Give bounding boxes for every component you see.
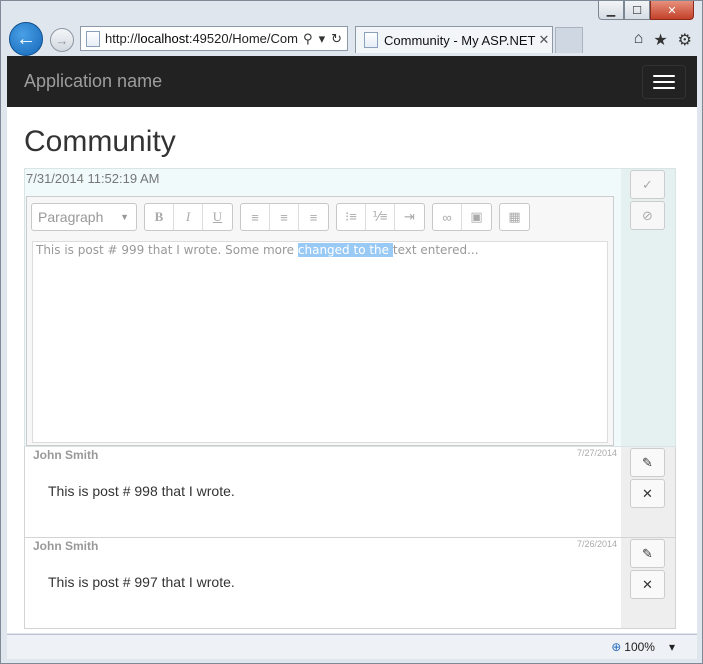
- browser-tab-community[interactable]: Community - My ASP.NET ... ✕: [355, 26, 553, 53]
- post-item: John Smith 7/27/2014 This is post # 998 …: [24, 447, 676, 538]
- home-icon[interactable]: ⌂: [634, 30, 644, 50]
- page-title: Community: [24, 125, 176, 158]
- align-left-icon[interactable]: ≡: [241, 204, 270, 230]
- minimize-button[interactable]: ▁: [598, 1, 624, 20]
- close-window-button[interactable]: ✕: [650, 1, 694, 20]
- post-body: This is post # 997 that I wrote.: [48, 574, 235, 590]
- delete-x-icon[interactable]: ✕: [630, 570, 665, 599]
- list-group: ⁝≡ ⅟≡ ⇥: [336, 203, 425, 231]
- bold-icon[interactable]: B: [145, 204, 174, 230]
- page-viewport: Application name Community 7/31/2014 11:…: [7, 56, 697, 633]
- editor-toolbar: Paragraph ▼ B I U ≡ ≡ ≡ ⁝≡ ⅟≡ ⇥ ∞ ▣ ▦: [27, 197, 613, 237]
- window-edge: [697, 56, 702, 633]
- indent-icon[interactable]: ⇥: [395, 204, 424, 230]
- page-icon: [86, 30, 100, 47]
- maximize-button[interactable]: ☐: [624, 1, 650, 20]
- align-right-icon[interactable]: ≡: [299, 204, 328, 230]
- align-center-icon[interactable]: ≡: [270, 204, 299, 230]
- save-check-icon[interactable]: ✓: [630, 170, 665, 199]
- table-group: ▦: [499, 203, 530, 231]
- post-body: This is post # 998 that I wrote.: [48, 483, 235, 499]
- editor-selected-text: changed to the: [297, 243, 393, 257]
- format-select-value: Paragraph: [38, 209, 104, 225]
- image-icon[interactable]: ▣: [462, 204, 491, 230]
- tab-page-icon: [364, 32, 378, 48]
- status-bar: ⊕ 100% ▾: [7, 634, 697, 659]
- tab-title: Community - My ASP.NET ...: [384, 32, 536, 48]
- post-list: 7/31/2014 11:52:19 AM Paragraph ▼ B I U: [24, 168, 676, 629]
- editor-text-area[interactable]: This is post # 999 that I wrote. Some mo…: [32, 241, 608, 443]
- refresh-icon[interactable]: ↻: [331, 31, 342, 47]
- edit-pencil-icon[interactable]: ✎: [630, 539, 665, 568]
- browser-toolbar: ← → http://localhost:49520/Home/Com ⚲ ▾ …: [7, 21, 698, 57]
- numbered-list-icon[interactable]: ⅟≡: [366, 204, 395, 230]
- editor-text-before: This is post # 999 that I wrote. Some mo…: [36, 243, 298, 257]
- table-icon[interactable]: ▦: [500, 204, 529, 230]
- cancel-ban-icon[interactable]: ⊘: [630, 201, 665, 230]
- insert-group: ∞ ▣: [432, 203, 492, 231]
- bullet-list-icon[interactable]: ⁝≡: [337, 204, 366, 230]
- favorites-star-icon[interactable]: ★: [653, 30, 667, 50]
- post-item: John Smith 7/26/2014 This is post # 997 …: [24, 538, 676, 629]
- link-icon[interactable]: ∞: [433, 204, 462, 230]
- hamburger-bar: [653, 74, 675, 77]
- menu-toggle-button[interactable]: [642, 64, 686, 99]
- zoom-control[interactable]: ⊕ 100%: [611, 640, 655, 654]
- window-controls: ▁ ☐ ✕: [598, 1, 694, 20]
- address-bar[interactable]: http://localhost:49520/Home/Com ⚲ ▾ ↻: [80, 26, 348, 51]
- zoom-level: 100%: [624, 640, 655, 654]
- settings-gear-icon[interactable]: ⚙: [678, 30, 692, 50]
- new-tab-button[interactable]: [555, 27, 583, 53]
- url-host: localhost: [137, 31, 189, 46]
- url-rest: :49520/Home/Com: [188, 31, 298, 46]
- search-icon[interactable]: ⚲: [303, 31, 313, 47]
- edit-pencil-icon[interactable]: ✎: [630, 448, 665, 477]
- browser-window: ▁ ☐ ✕ ← → http://localhost:49520/Home/Co…: [0, 0, 703, 664]
- url-prefix: http://: [105, 31, 138, 46]
- alignment-group: ≡ ≡ ≡: [240, 203, 329, 231]
- italic-icon[interactable]: I: [174, 204, 203, 230]
- format-select[interactable]: Paragraph ▼: [31, 203, 137, 231]
- tab-close-icon[interactable]: ✕: [536, 32, 552, 48]
- editing-post: 7/31/2014 11:52:19 AM Paragraph ▼ B I U: [24, 168, 676, 447]
- forward-arrow-icon[interactable]: →: [50, 28, 74, 52]
- delete-x-icon[interactable]: ✕: [630, 479, 665, 508]
- caret-down-icon: ▼: [120, 212, 129, 222]
- editor-text-after: text entered...: [392, 243, 479, 257]
- rich-text-editor: Paragraph ▼ B I U ≡ ≡ ≡ ⁝≡ ⅟≡ ⇥ ∞ ▣ ▦ Th…: [26, 196, 614, 446]
- underline-icon[interactable]: U: [203, 204, 232, 230]
- post-author: John Smith: [33, 539, 99, 553]
- zoom-dropdown-icon[interactable]: ▾: [669, 640, 675, 654]
- site-navbar: Application name: [7, 56, 697, 107]
- post-author: John Smith: [33, 448, 99, 462]
- text-style-group: B I U: [144, 203, 233, 231]
- post-timestamp: 7/31/2014 11:52:19 AM: [26, 171, 160, 186]
- post-date: 7/27/2014: [576, 448, 617, 458]
- address-url[interactable]: http://localhost:49520/Home/Com: [105, 31, 303, 46]
- hamburger-bar: [653, 86, 675, 89]
- post-date: 7/26/2014: [576, 539, 617, 549]
- zoom-magnifier-icon: ⊕: [611, 640, 622, 654]
- back-arrow-icon[interactable]: ←: [9, 22, 43, 56]
- hamburger-bar: [653, 80, 675, 83]
- dropdown-arrow-icon[interactable]: ▾: [319, 31, 326, 47]
- brand-link[interactable]: Application name: [24, 71, 162, 92]
